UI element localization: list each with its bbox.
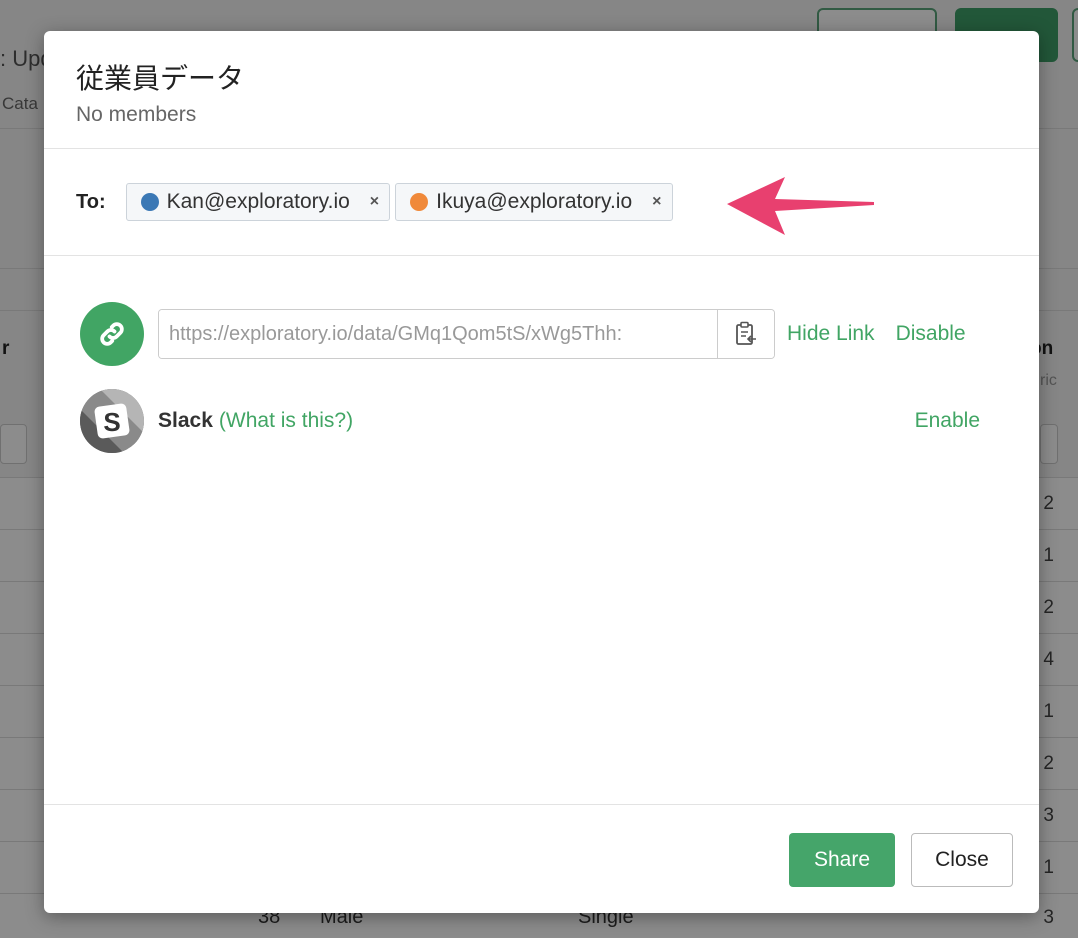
dialog-footer: Share Close: [44, 806, 1039, 913]
slack-row: S Slack (What is this?) Enable: [80, 389, 980, 453]
share-dialog: 従業員データ No members To: Kan@exploratory.io…: [44, 31, 1039, 913]
dialog-body: Hide Link Disable S Slack (What is this?…: [44, 256, 1039, 805]
annotation-arrow-icon: [727, 177, 874, 235]
share-url-input[interactable]: [159, 310, 717, 358]
close-button[interactable]: Close: [911, 833, 1013, 887]
recipient-tag[interactable]: Kan@exploratory.io ×: [125, 183, 391, 221]
slack-help-link[interactable]: (What is this?): [219, 409, 353, 433]
remove-recipient-icon[interactable]: ×: [652, 193, 661, 211]
recipient-email: Ikuya@exploratory.io: [436, 190, 633, 213]
dialog-title: 従業員データ: [76, 62, 245, 95]
share-url-group: [158, 309, 775, 359]
svg-text:S: S: [103, 407, 120, 437]
disable-link-button[interactable]: Disable: [896, 322, 966, 346]
recipients-row: To: Kan@exploratory.io × Ikuya@explorato…: [44, 149, 1039, 256]
slack-enable-button[interactable]: Enable: [915, 409, 980, 433]
share-button[interactable]: Share: [789, 833, 895, 887]
dialog-subtitle: No members: [76, 103, 197, 126]
user-color-dot-icon: [140, 193, 159, 211]
to-label: To:: [76, 190, 106, 213]
share-link-row: Hide Link Disable: [80, 302, 966, 366]
slack-label: Slack: [158, 409, 213, 432]
clipboard-icon: [736, 321, 756, 345]
remove-recipient-icon[interactable]: ×: [370, 193, 379, 211]
link-icon: [80, 302, 144, 366]
hide-link-button[interactable]: Hide Link: [787, 322, 875, 346]
dialog-header: 従業員データ No members: [44, 31, 1039, 149]
recipient-email: Kan@exploratory.io: [166, 190, 350, 213]
user-color-dot-icon: [410, 193, 429, 211]
copy-to-clipboard-button[interactable]: [717, 310, 774, 358]
recipient-tag[interactable]: Ikuya@exploratory.io ×: [395, 183, 673, 221]
slack-logo-icon: S: [80, 389, 144, 453]
